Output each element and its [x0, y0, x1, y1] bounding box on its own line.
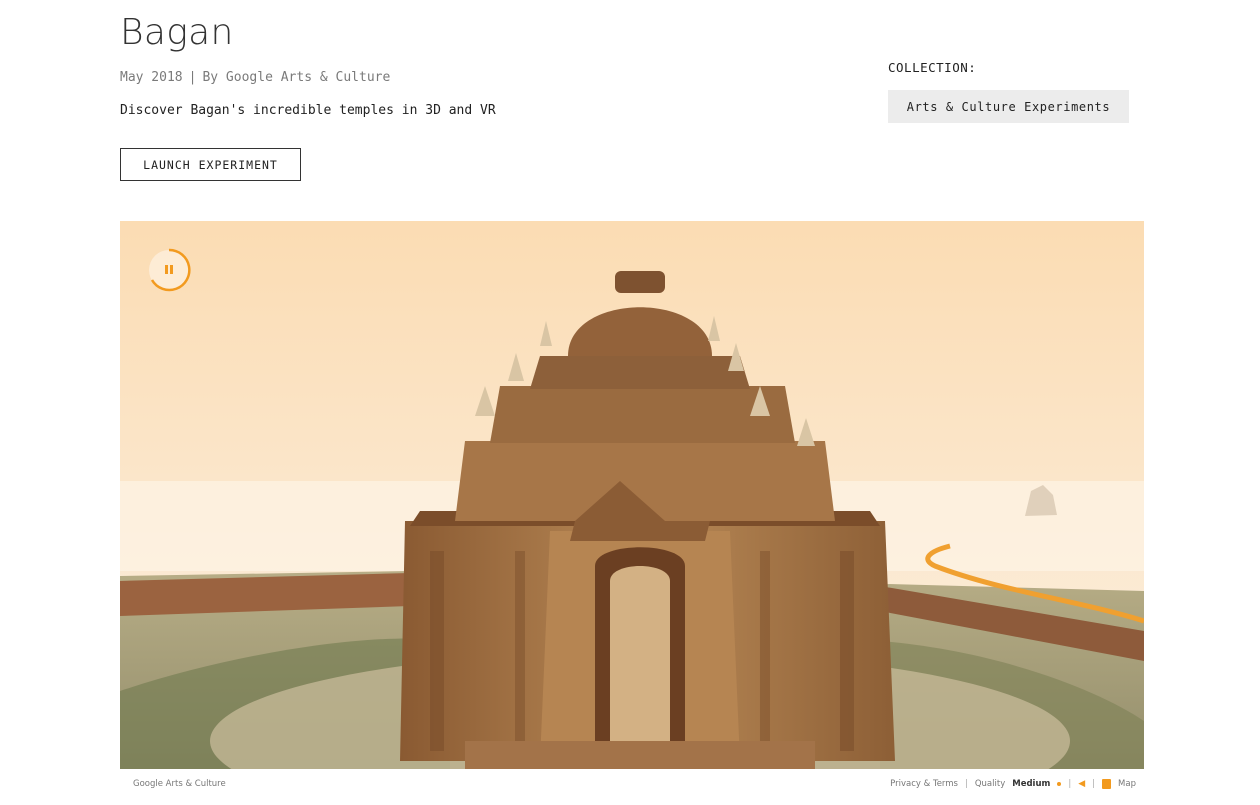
- launch-experiment-button[interactable]: LAUNCH EXPERIMENT: [120, 148, 301, 181]
- byline: By Google Arts & Culture: [202, 70, 391, 85]
- viewer-controls: Privacy & Terms | Quality Medium | ◀ | M…: [890, 779, 1136, 789]
- pause-icon[interactable]: [147, 248, 191, 292]
- page: Bagan May 2018 | By Google Arts & Culture …: [0, 0, 1260, 805]
- map-link[interactable]: Map: [1118, 779, 1136, 789]
- meta-separator: |: [188, 70, 197, 85]
- divider-2: |: [1068, 779, 1072, 789]
- speaker-icon[interactable]: ◀: [1078, 779, 1085, 789]
- viewer-footer: Google Arts & Culture Privacy & Terms | …: [120, 772, 1144, 796]
- experiment-preview[interactable]: Google Arts & Culture Privacy & Terms | …: [120, 221, 1144, 796]
- page-title: Bagan: [120, 12, 234, 53]
- meta-line: May 2018 | By Google Arts & Culture: [120, 70, 390, 85]
- collection-label: COLLECTION:: [888, 60, 977, 75]
- divider: |: [964, 779, 968, 789]
- publish-date: May 2018: [120, 70, 183, 85]
- temple-scene-image: [120, 221, 1144, 796]
- description: Discover Bagan's incredible temples in 3…: [120, 103, 496, 118]
- brand-label: Google Arts & Culture: [133, 779, 226, 789]
- privacy-terms-link[interactable]: Privacy & Terms: [890, 779, 958, 789]
- quality-value[interactable]: Medium: [1012, 779, 1050, 789]
- quality-label: Quality: [974, 779, 1006, 789]
- collection-chip[interactable]: Arts & Culture Experiments: [888, 90, 1129, 123]
- map-icon[interactable]: [1102, 779, 1112, 789]
- quality-dot-icon: [1057, 782, 1062, 786]
- divider-3: |: [1092, 779, 1096, 789]
